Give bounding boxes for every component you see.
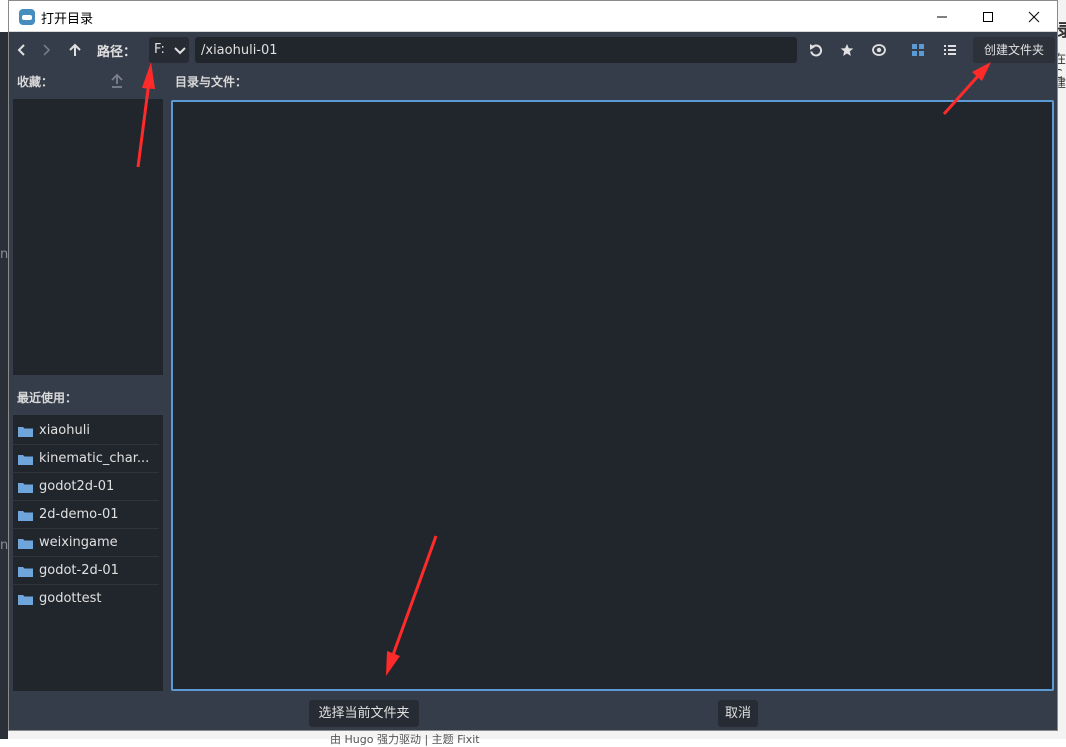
files-header: 目录与文件： <box>175 75 248 89</box>
chevron-right-icon <box>43 44 51 56</box>
folder-icon <box>18 539 33 549</box>
close-button[interactable] <box>1011 1 1057 32</box>
recent-item[interactable]: 2d-demo-01 <box>13 501 159 529</box>
background-fragment: n <box>0 247 9 262</box>
select-current-folder-button[interactable]: 选择当前文件夹 <box>309 700 419 727</box>
open-directory-dialog: 打开目录 路径： F: /xiaohuli-01 创建文件夹 收藏： 最近使用：… <box>8 0 1058 731</box>
drive-select[interactable]: F: <box>149 37 189 63</box>
recent-item[interactable]: weixingame <box>13 529 159 557</box>
recent-item-label: 2d-demo-01 <box>39 507 119 522</box>
favorites-header: 收藏： <box>17 75 54 89</box>
back-button[interactable] <box>11 39 33 61</box>
folder-icon <box>18 455 33 465</box>
folder-icon <box>18 595 33 605</box>
background-fragment: n <box>0 538 9 553</box>
arrow-up-icon <box>69 43 81 56</box>
path-label: 路径： <box>97 45 137 60</box>
recent-item[interactable]: xiaohuli <box>13 417 159 445</box>
list-view-button[interactable] <box>939 39 961 61</box>
recent-item-label: godottest <box>39 591 102 606</box>
chevron-left-icon <box>17 44 25 56</box>
folder-icon <box>18 427 33 437</box>
refresh-button[interactable] <box>805 39 827 61</box>
title-bar: 打开目录 <box>9 1 1057 32</box>
star-icon <box>840 44 854 56</box>
file-list-area[interactable] <box>171 100 1054 691</box>
recent-item-label: godot2d-01 <box>39 479 115 494</box>
folder-icon <box>18 567 33 577</box>
cancel-button[interactable]: 取消 <box>718 700 758 727</box>
minimize-button[interactable] <box>919 1 965 32</box>
recent-list: xiaohuli kinematic_char... godot2d-01 2d… <box>13 415 163 691</box>
toggle-hidden-button[interactable] <box>868 39 890 61</box>
toolbar: 路径： F: 创建文件夹 <box>9 33 1057 67</box>
minimize-icon <box>937 16 947 17</box>
refresh-icon <box>810 44 823 57</box>
recent-item-label: kinematic_char... <box>39 451 150 466</box>
grid-view-button[interactable] <box>907 39 929 61</box>
background-bottom-strip <box>8 731 1058 739</box>
window-title: 打开目录 <box>41 12 94 27</box>
eye-icon <box>872 44 886 56</box>
forward-button[interactable] <box>35 39 57 61</box>
favorite-button[interactable] <box>836 39 858 61</box>
favorites-list[interactable] <box>13 99 163 375</box>
background-footer-text: 由 Hugo 强力驱动 | 主题 Fixit <box>330 733 480 746</box>
chevron-down-icon <box>174 47 186 55</box>
recent-item[interactable]: godot2d-01 <box>13 473 159 501</box>
recent-item-label: xiaohuli <box>39 423 90 438</box>
folder-icon <box>18 511 33 521</box>
folder-icon <box>18 483 33 493</box>
recent-item-label: godot-2d-01 <box>39 563 119 578</box>
recent-item[interactable]: godottest <box>13 585 159 613</box>
recent-item-label: weixingame <box>39 535 118 550</box>
maximize-button[interactable] <box>965 1 1011 32</box>
create-folder-button[interactable]: 创建文件夹 <box>973 37 1055 63</box>
background-left-strip <box>0 32 8 739</box>
list-icon <box>944 45 956 55</box>
move-up-icon[interactable] <box>109 73 125 89</box>
recent-header: 最近使用： <box>17 391 78 405</box>
path-input[interactable] <box>195 37 797 63</box>
grid-icon <box>912 44 924 56</box>
background-right-strip: 录 在C 建 <box>1054 0 1066 739</box>
background-fragment: 录 <box>1057 21 1066 41</box>
godot-app-icon <box>19 9 35 25</box>
recent-item[interactable]: godot-2d-01 <box>13 557 159 585</box>
close-icon <box>1028 11 1040 22</box>
drive-value: F: <box>154 42 165 57</box>
recent-item[interactable]: kinematic_char... <box>13 445 159 473</box>
maximize-icon <box>983 11 993 22</box>
parent-folder-button[interactable] <box>64 39 86 61</box>
